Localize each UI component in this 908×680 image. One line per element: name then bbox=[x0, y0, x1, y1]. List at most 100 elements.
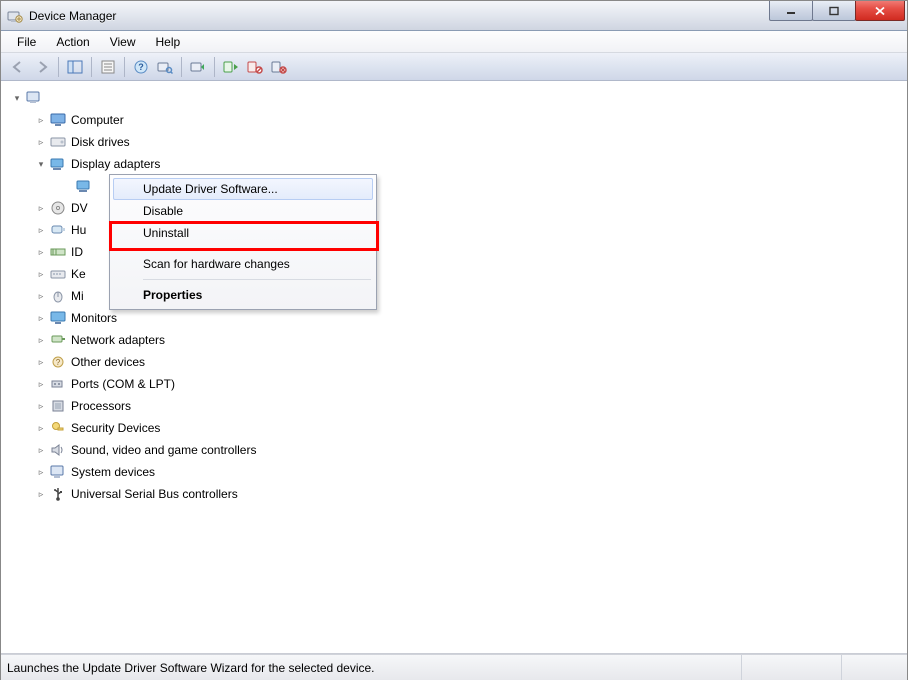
monitor-icon bbox=[49, 310, 67, 326]
context-menu-disable[interactable]: Disable bbox=[113, 200, 373, 222]
menu-file[interactable]: File bbox=[7, 33, 46, 51]
uninstall-button[interactable] bbox=[268, 56, 290, 78]
tree-root[interactable]: ▾ bbox=[5, 87, 903, 109]
menu-action[interactable]: Action bbox=[46, 33, 99, 51]
tree-item-monitors[interactable]: ▹ Monitors bbox=[5, 307, 903, 329]
tree-item-system[interactable]: ▹ System devices bbox=[5, 461, 903, 483]
context-menu-separator bbox=[143, 279, 371, 280]
tree-item-label: Processors bbox=[71, 399, 131, 413]
toolbar: ? bbox=[1, 53, 907, 81]
security-icon bbox=[49, 420, 67, 436]
expand-arrow-icon[interactable]: ▹ bbox=[35, 268, 47, 280]
hid-icon bbox=[49, 222, 67, 238]
status-panel bbox=[841, 655, 901, 680]
tree-item-label: Monitors bbox=[71, 311, 117, 325]
toolbar-separator bbox=[214, 57, 215, 77]
menubar: File Action View Help bbox=[1, 31, 907, 53]
tree-item-label: Ke bbox=[71, 267, 86, 281]
enable-button[interactable] bbox=[220, 56, 242, 78]
tree-item-label: Universal Serial Bus controllers bbox=[71, 487, 238, 501]
menu-view[interactable]: View bbox=[100, 33, 146, 51]
disable-button[interactable] bbox=[244, 56, 266, 78]
device-manager-icon bbox=[7, 8, 23, 24]
tree-item-processors[interactable]: ▹ Processors bbox=[5, 395, 903, 417]
tree-item-label: ID bbox=[71, 245, 83, 259]
context-menu-scan[interactable]: Scan for hardware changes bbox=[113, 253, 373, 275]
context-menu: Update Driver Software... Disable Uninst… bbox=[109, 174, 377, 310]
tree-item-ports[interactable]: ▹ Ports (COM & LPT) bbox=[5, 373, 903, 395]
tree-pane[interactable]: ▾ ▹ Computer ▹ Disk drives ▾ bbox=[1, 81, 907, 654]
context-menu-separator bbox=[143, 248, 371, 249]
toolbar-separator bbox=[58, 57, 59, 77]
expand-arrow-icon[interactable]: ▹ bbox=[35, 312, 47, 324]
update-driver-button[interactable] bbox=[187, 56, 209, 78]
ide-icon bbox=[49, 244, 67, 260]
expand-arrow-icon[interactable]: ▹ bbox=[35, 136, 47, 148]
maximize-button[interactable] bbox=[812, 1, 856, 21]
tree-item-network[interactable]: ▹ Network adapters bbox=[5, 329, 903, 351]
display-adapter-icon bbox=[75, 178, 93, 194]
svg-text:?: ? bbox=[138, 62, 144, 72]
tree-item-display-adapters[interactable]: ▾ Display adapters bbox=[5, 153, 903, 175]
expand-arrow-icon[interactable]: ▹ bbox=[35, 488, 47, 500]
expand-arrow-icon[interactable]: ▹ bbox=[35, 422, 47, 434]
tree-item-label: System devices bbox=[71, 465, 155, 479]
tree-item-label: Other devices bbox=[71, 355, 145, 369]
expand-arrow-icon[interactable]: ▹ bbox=[35, 334, 47, 346]
tree-item-label: Hu bbox=[71, 223, 86, 237]
sound-icon bbox=[49, 442, 67, 458]
tree-item-computer[interactable]: ▹ Computer bbox=[5, 109, 903, 131]
disk-icon bbox=[49, 134, 67, 150]
expand-arrow-icon[interactable]: ▹ bbox=[35, 224, 47, 236]
expand-arrow-icon[interactable]: ▾ bbox=[11, 92, 23, 104]
tree-item-label: Ports (COM & LPT) bbox=[71, 377, 175, 391]
expand-arrow-icon[interactable]: ▹ bbox=[35, 202, 47, 214]
tree-item-label: Display adapters bbox=[71, 157, 160, 171]
tree-item-security[interactable]: ▹ Security Devices bbox=[5, 417, 903, 439]
computer-root-icon bbox=[25, 90, 43, 106]
usb-icon bbox=[49, 486, 67, 502]
statusbar: Launches the Update Driver Software Wiza… bbox=[1, 654, 907, 680]
window-title: Device Manager bbox=[29, 9, 116, 23]
other-device-icon: ? bbox=[49, 354, 67, 370]
expand-arrow-icon[interactable]: ▹ bbox=[35, 290, 47, 302]
context-menu-update-driver[interactable]: Update Driver Software... bbox=[113, 178, 373, 200]
tree-item-usb[interactable]: ▹ Universal Serial Bus controllers bbox=[5, 483, 903, 505]
status-panel bbox=[741, 655, 841, 680]
port-icon bbox=[49, 376, 67, 392]
expand-arrow-icon[interactable]: ▹ bbox=[35, 466, 47, 478]
tree-item-label: Network adapters bbox=[71, 333, 165, 347]
context-menu-properties[interactable]: Properties bbox=[113, 284, 373, 306]
scan-hardware-button[interactable] bbox=[154, 56, 176, 78]
forward-button[interactable] bbox=[31, 56, 53, 78]
expand-arrow-icon[interactable]: ▹ bbox=[35, 114, 47, 126]
display-adapter-icon bbox=[49, 156, 67, 172]
minimize-button[interactable] bbox=[769, 1, 813, 21]
context-menu-uninstall[interactable]: Uninstall bbox=[113, 222, 373, 244]
tree-item-label: Sound, video and game controllers bbox=[71, 443, 256, 457]
expand-arrow-icon[interactable]: ▹ bbox=[35, 356, 47, 368]
tree-item-disk-drives[interactable]: ▹ Disk drives bbox=[5, 131, 903, 153]
expand-arrow-icon[interactable]: ▹ bbox=[35, 444, 47, 456]
tree-item-label: Computer bbox=[71, 113, 124, 127]
collapse-arrow-icon[interactable]: ▾ bbox=[35, 158, 47, 170]
tree-item-other[interactable]: ▹ ? Other devices bbox=[5, 351, 903, 373]
expand-arrow-icon[interactable]: ▹ bbox=[35, 246, 47, 258]
close-button[interactable] bbox=[855, 1, 905, 21]
tree-item-label: DV bbox=[71, 201, 88, 215]
help-button[interactable]: ? bbox=[130, 56, 152, 78]
menu-help[interactable]: Help bbox=[146, 33, 191, 51]
show-hide-tree-button[interactable] bbox=[64, 56, 86, 78]
properties-button[interactable] bbox=[97, 56, 119, 78]
titlebar: Device Manager bbox=[1, 1, 907, 31]
back-button[interactable] bbox=[7, 56, 29, 78]
dvd-icon bbox=[49, 200, 67, 216]
svg-text:?: ? bbox=[56, 358, 61, 367]
expand-arrow-icon[interactable]: ▹ bbox=[35, 400, 47, 412]
status-text: Launches the Update Driver Software Wiza… bbox=[7, 661, 741, 675]
keyboard-icon bbox=[49, 266, 67, 282]
expand-arrow-icon[interactable]: ▹ bbox=[35, 378, 47, 390]
network-icon bbox=[49, 332, 67, 348]
toolbar-separator bbox=[124, 57, 125, 77]
tree-item-sound[interactable]: ▹ Sound, video and game controllers bbox=[5, 439, 903, 461]
